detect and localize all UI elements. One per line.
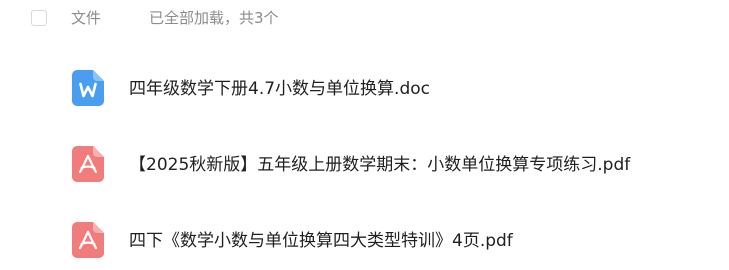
file-list-header: 文件 已全部加载，共3个: [0, 0, 729, 40]
file-name: 四年级数学下册4.7小数与单位换算.doc: [129, 79, 430, 99]
select-all-checkbox[interactable]: [31, 10, 47, 26]
column-label-file: 文件: [71, 9, 102, 27]
file-name: 【2025秋新版】五年级上册数学期末：小数单位换算专项练习.pdf: [129, 155, 631, 175]
file-row[interactable]: 四年级数学下册4.7小数与单位换算.doc: [0, 58, 729, 118]
file-row[interactable]: 四下《数学小数与单位换算四大类型特训》4页.pdf: [0, 210, 729, 270]
word-document-icon: [72, 70, 104, 106]
file-name: 四下《数学小数与单位换算四大类型特训》4页.pdf: [129, 231, 513, 251]
file-row[interactable]: 【2025秋新版】五年级上册数学期末：小数单位换算专项练习.pdf: [0, 134, 729, 194]
pdf-document-icon: [72, 146, 104, 182]
pdf-document-icon: [72, 222, 104, 258]
load-status-text: 已全部加载，共3个: [149, 9, 279, 27]
